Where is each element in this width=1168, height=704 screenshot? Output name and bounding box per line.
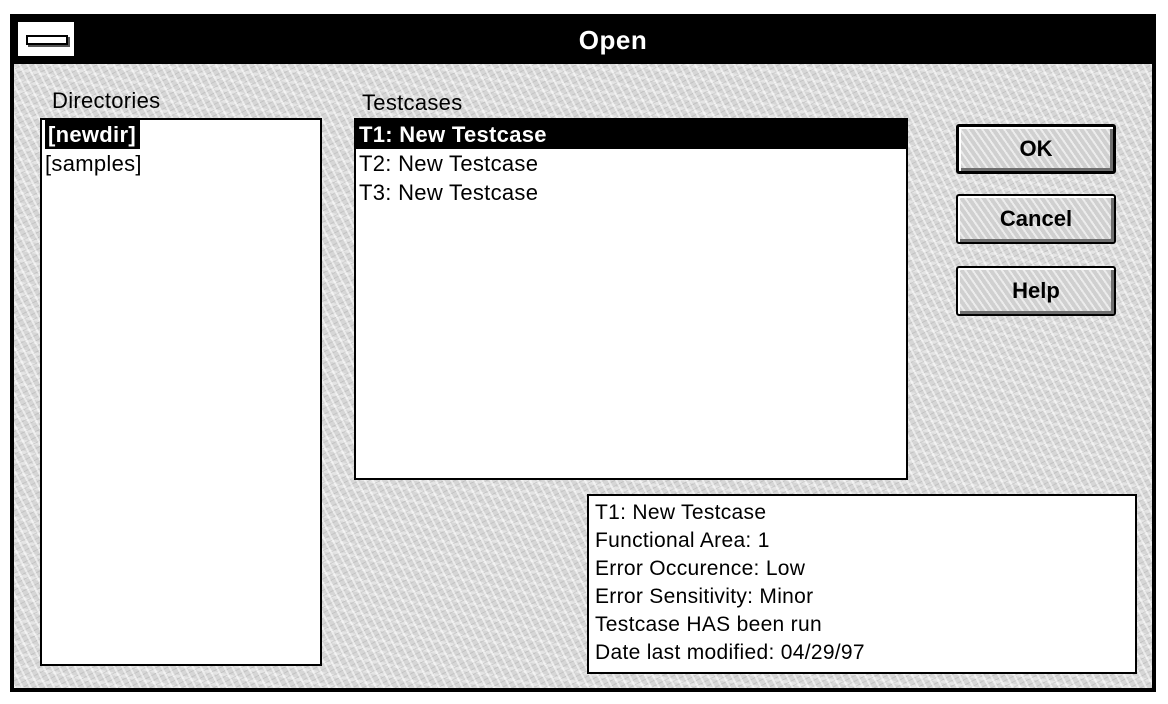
directories-label: Directories [52,88,161,113]
testcase-item-t1[interactable]: T1: New Testcase [356,120,906,149]
testcases-label: Testcases [362,90,463,115]
cancel-button[interactable]: Cancel [956,194,1116,244]
testcase-item-t2[interactable]: T2: New Testcase [356,149,906,178]
details-error-sensitivity: Error Sensitivity: Minor [595,585,814,608]
details-title: T1: New Testcase [595,501,767,524]
title-bar[interactable]: Open [14,18,1152,64]
testcases-list[interactable]: T1: New Testcase T2: New Testcase T3: Ne… [354,118,908,480]
ok-button[interactable]: OK [956,124,1116,174]
system-menu-button[interactable] [18,22,76,56]
help-button[interactable]: Help [956,266,1116,316]
open-dialog: Open Directories [newdir] [samples] Test… [10,14,1156,692]
details-functional-area: Functional Area: 1 [595,529,770,552]
details-date-modified: Date last modified: 04/29/97 [595,641,865,664]
directories-list[interactable]: [newdir] [samples] [40,118,322,666]
testcase-details-panel: T1: New Testcase Functional Area: 1 Erro… [587,494,1137,674]
directory-item-label: [newdir] [45,120,140,149]
details-run-status: Testcase HAS been run [595,613,822,636]
system-menu-icon [26,35,68,45]
testcase-item-t3[interactable]: T3: New Testcase [356,178,906,207]
directory-item-newdir[interactable]: [newdir] [42,120,320,149]
directory-item-samples[interactable]: [samples] [42,149,320,178]
details-error-occurence: Error Occurence: Low [595,557,806,580]
dialog-title: Open [578,25,648,55]
